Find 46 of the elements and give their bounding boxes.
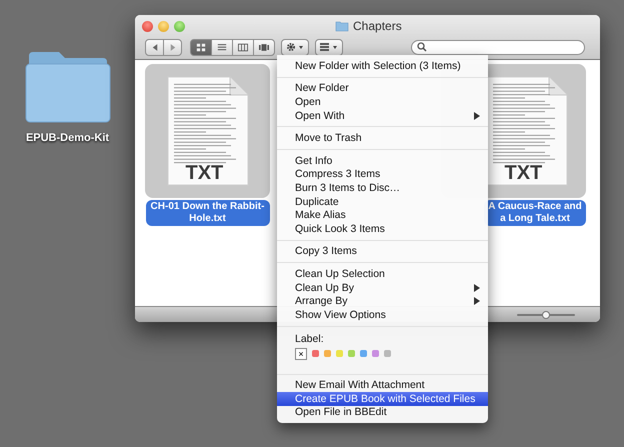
- arrange-icon: [319, 42, 339, 52]
- no-label-button[interactable]: ×: [295, 348, 307, 360]
- menu-item[interactable]: New Email With Attachment: [277, 378, 488, 392]
- icon-view-button[interactable]: [190, 38, 212, 56]
- columns-icon: [238, 42, 248, 52]
- menu-item[interactable]: Arrange By: [277, 294, 488, 308]
- grid-icon: [196, 42, 206, 52]
- menu-item[interactable]: Clean Up By: [277, 280, 488, 294]
- label-swatch[interactable]: [384, 350, 391, 357]
- file-type-label: TXT: [504, 162, 542, 185]
- label-swatch[interactable]: [360, 350, 367, 357]
- file-name[interactable]: CH-01 Down the Rabbit-Hole.txt: [146, 200, 270, 226]
- folder-icon: [335, 20, 349, 32]
- slider-thumb[interactable]: [542, 310, 550, 318]
- submenu-arrow-icon: [474, 112, 480, 120]
- list-view-button[interactable]: [211, 38, 233, 56]
- gear-icon: [285, 42, 305, 52]
- icon-size-slider[interactable]: [517, 310, 575, 318]
- folder-icon[interactable]: [24, 50, 110, 124]
- label-swatch[interactable]: [348, 350, 355, 357]
- arrange-button[interactable]: [315, 38, 343, 56]
- file-type-label: TXT: [186, 162, 224, 185]
- zoom-button[interactable]: [174, 20, 185, 32]
- forward-button[interactable]: [163, 38, 182, 56]
- close-button[interactable]: [142, 20, 153, 32]
- search-icon: [417, 42, 427, 52]
- label-swatch[interactable]: [372, 350, 379, 357]
- back-button[interactable]: [145, 38, 164, 56]
- list-icon: [217, 42, 227, 52]
- file-selection-background[interactable]: TXT: [145, 64, 270, 198]
- search-field[interactable]: [411, 40, 585, 54]
- label-swatch[interactable]: [336, 350, 343, 357]
- label-swatch[interactable]: [312, 350, 319, 357]
- window-title: Chapters: [353, 19, 402, 33]
- label-heading: Label:: [295, 332, 325, 344]
- menu-item[interactable]: Open File in BBEdit: [277, 406, 488, 420]
- folder-label[interactable]: EPUB-Demo-Kit: [26, 132, 110, 144]
- menu-item[interactable]: Create EPUB Book with Selected Files: [277, 392, 488, 406]
- action-button[interactable]: [281, 38, 309, 56]
- document-icon: [166, 75, 250, 187]
- menu-item[interactable]: Copy 3 Items: [277, 244, 488, 258]
- label-swatch[interactable]: [324, 350, 331, 357]
- column-view-button[interactable]: [232, 38, 254, 56]
- cover-flow-button[interactable]: [253, 38, 275, 56]
- menu-item[interactable]: Clean Up Selection: [277, 267, 488, 281]
- cover-flow-icon: [259, 42, 269, 52]
